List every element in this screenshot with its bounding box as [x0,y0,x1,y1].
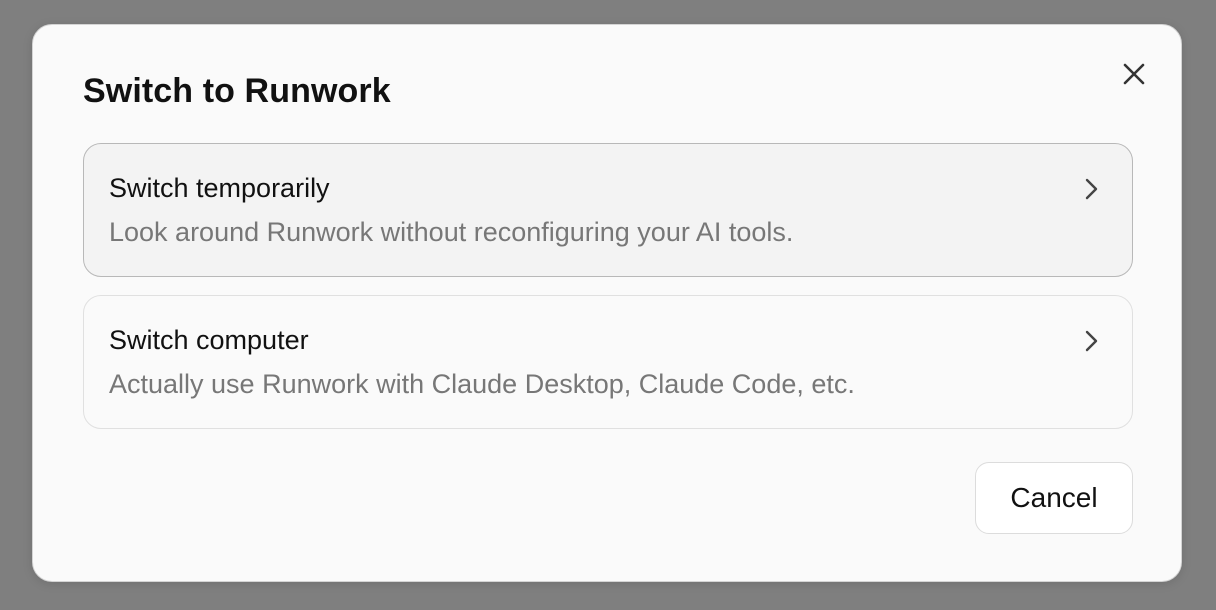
option-title: Switch temporarily [109,173,330,203]
switch-temporarily-option[interactable]: Switch temporarily Look around Runwork w… [83,143,1133,277]
chevron-right-icon [1080,174,1104,204]
close-button[interactable] [1117,57,1151,91]
dialog-title: Switch to Runwork [83,72,391,110]
option-description: Actually use Runwork with Claude Desktop… [109,369,855,399]
close-icon [1123,63,1145,85]
option-description: Look around Runwork without reconfigurin… [109,217,794,247]
option-title: Switch computer [109,325,309,355]
switch-dialog: Switch to Runwork Switch temporarily Loo… [32,24,1182,582]
cancel-button[interactable]: Cancel [975,462,1133,534]
switch-computer-option[interactable]: Switch computer Actually use Runwork wit… [83,295,1133,429]
chevron-right-icon [1080,326,1104,356]
